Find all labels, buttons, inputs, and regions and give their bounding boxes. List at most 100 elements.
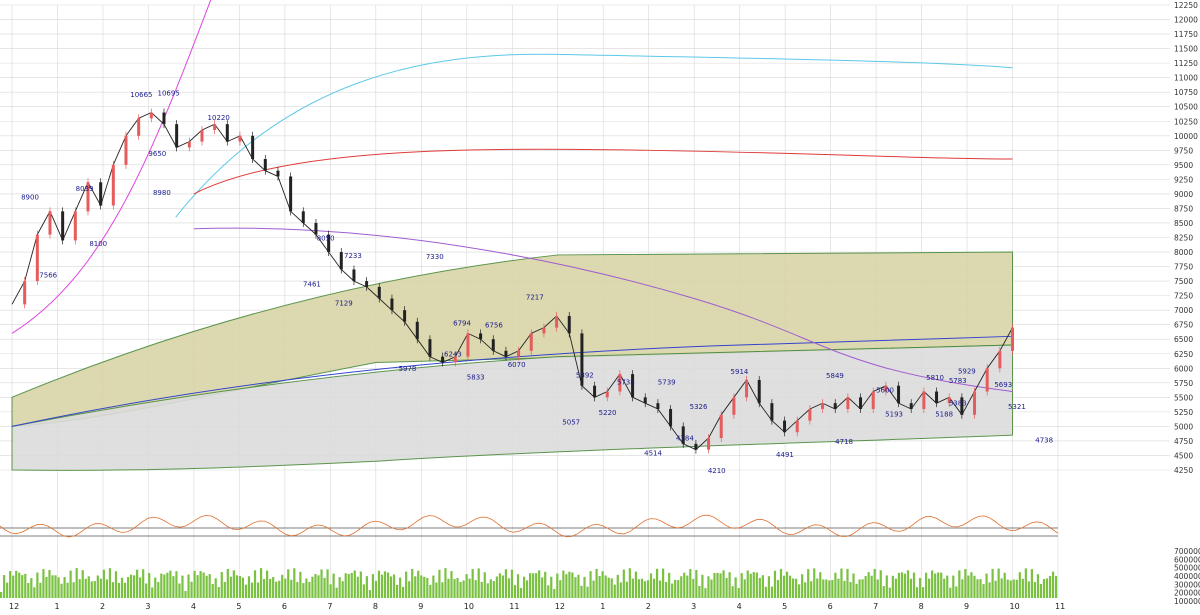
volume-bar bbox=[655, 568, 659, 598]
volume-bar bbox=[287, 569, 290, 598]
price-axis-label: 5500 bbox=[1174, 393, 1193, 402]
volume-bar bbox=[308, 581, 311, 598]
month-label: 9 bbox=[964, 602, 969, 611]
volume-bar bbox=[3, 575, 6, 598]
volume-bar bbox=[347, 573, 350, 598]
volume-bar bbox=[767, 576, 771, 598]
volume-bar bbox=[190, 581, 193, 598]
price-axis-label: 4500 bbox=[1174, 451, 1193, 460]
volume-bar bbox=[928, 578, 931, 598]
volume-bar bbox=[480, 582, 483, 598]
volume-bar bbox=[831, 579, 834, 598]
volume-bar bbox=[855, 583, 858, 598]
volume-bar bbox=[169, 570, 172, 598]
volume-bar bbox=[964, 568, 967, 598]
volume-bar bbox=[516, 574, 520, 598]
volume-bar bbox=[99, 578, 102, 598]
volume-bar bbox=[281, 574, 284, 598]
candle-body bbox=[289, 176, 293, 212]
candle-body bbox=[314, 222, 318, 235]
volume-bar bbox=[0, 592, 3, 598]
month-label: 8 bbox=[373, 602, 378, 611]
price-annotation: 10665 bbox=[130, 91, 152, 99]
price-annotation: 6756 bbox=[485, 322, 503, 330]
volume-bar bbox=[259, 568, 263, 598]
price-axis-label: 6750 bbox=[1174, 321, 1193, 330]
price-annotation: 5978 bbox=[399, 365, 417, 373]
volume-bar bbox=[810, 581, 813, 598]
stock-chart: 8900803910665 106959650898010220810075668… bbox=[0, 0, 1200, 611]
volume-bar bbox=[223, 581, 226, 598]
volume-bar bbox=[625, 581, 628, 598]
volume-bar bbox=[1042, 579, 1046, 598]
volume-bar bbox=[634, 571, 637, 598]
volume-bar bbox=[395, 584, 399, 598]
volume-bar bbox=[695, 569, 698, 598]
volume-bar bbox=[722, 570, 725, 598]
volume-bar bbox=[6, 582, 9, 598]
price-annotation: 5892 bbox=[576, 372, 594, 380]
price-annotation: 5849 bbox=[826, 372, 844, 380]
price-annotation: 7217 bbox=[526, 294, 544, 302]
volume-bar bbox=[601, 571, 604, 598]
volume-bar bbox=[157, 582, 160, 598]
volume-bar bbox=[250, 582, 254, 598]
volume-bar bbox=[507, 578, 511, 598]
candle-body bbox=[719, 414, 723, 439]
volume-bar bbox=[897, 572, 900, 598]
volume-bar bbox=[498, 573, 501, 598]
price-axis-label: 4250 bbox=[1174, 466, 1193, 475]
volume-bar bbox=[816, 578, 819, 598]
volume-bar bbox=[970, 572, 973, 598]
volume-bar bbox=[982, 584, 985, 598]
candle-body bbox=[567, 315, 571, 334]
volume-bar bbox=[269, 578, 272, 598]
month-label: 7 bbox=[873, 602, 878, 611]
volume-bar bbox=[114, 571, 118, 598]
volume-bar bbox=[90, 581, 93, 598]
volume-bar bbox=[946, 575, 949, 598]
volume-bar bbox=[133, 575, 136, 598]
price-axis-label: 11500 bbox=[1174, 45, 1198, 54]
volume-bar bbox=[323, 577, 326, 598]
candle-body bbox=[428, 339, 432, 357]
volume-bar bbox=[1033, 582, 1037, 598]
price-axis-label: 6500 bbox=[1174, 335, 1193, 344]
volume-bar bbox=[353, 570, 356, 598]
volume-bar bbox=[595, 568, 598, 598]
volume-bar bbox=[734, 577, 737, 598]
candle-body bbox=[757, 379, 761, 404]
volume-bar bbox=[1051, 571, 1055, 598]
candle-body bbox=[542, 327, 546, 334]
volume-bar bbox=[716, 572, 719, 598]
candle-body bbox=[833, 403, 837, 409]
volume-bar bbox=[994, 580, 997, 598]
candle-body bbox=[48, 211, 52, 235]
volume-bar bbox=[129, 574, 133, 598]
price-annotation: 9650 bbox=[148, 150, 166, 158]
volume-bar bbox=[795, 578, 798, 598]
month-label: 1 bbox=[600, 602, 605, 611]
month-label: 6 bbox=[828, 602, 833, 611]
volume-bar bbox=[813, 568, 816, 598]
price-annotation: 7233 bbox=[344, 252, 362, 260]
volume-bar bbox=[698, 585, 701, 598]
volume-bar bbox=[414, 576, 417, 598]
volume-bar bbox=[1027, 581, 1030, 598]
month-label: 6 bbox=[282, 602, 287, 611]
volume-bar bbox=[402, 586, 405, 598]
volume-bar bbox=[438, 569, 441, 598]
volume-bar bbox=[949, 587, 952, 598]
volume-bar bbox=[931, 570, 934, 598]
volume-bar bbox=[462, 580, 465, 598]
volume-bar bbox=[299, 571, 302, 598]
volume-bar bbox=[707, 576, 710, 598]
month-label: 7 bbox=[327, 602, 332, 611]
volume-bar bbox=[592, 580, 595, 598]
volume-bar bbox=[1006, 579, 1009, 598]
volume-bar bbox=[420, 575, 423, 598]
volume-bar bbox=[885, 575, 888, 598]
volume-bar bbox=[665, 581, 668, 598]
volume-bar bbox=[668, 572, 671, 598]
price-axis-label: 8250 bbox=[1174, 234, 1193, 243]
